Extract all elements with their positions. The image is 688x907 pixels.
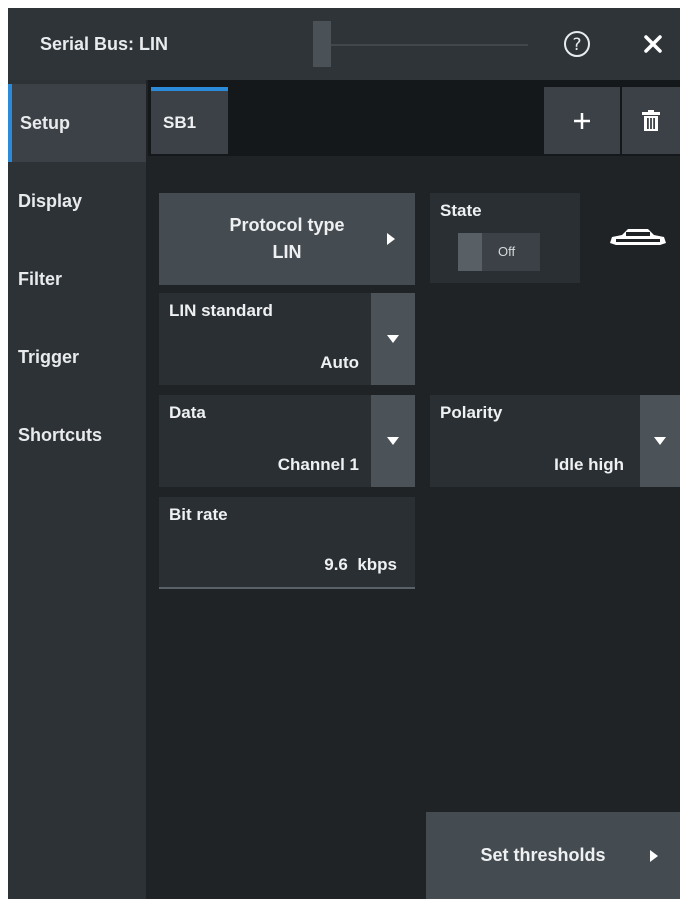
sidebar-item-display[interactable]: Display (8, 162, 146, 240)
protocol-type-button[interactable]: Protocol type LIN (159, 193, 415, 285)
transparency-slider-track[interactable] (328, 44, 528, 46)
close-button[interactable] (638, 29, 668, 59)
set-thresholds-button[interactable]: Set thresholds (426, 812, 680, 899)
sidebar-item-label: Filter (18, 268, 63, 289)
data-dropdown-button[interactable] (371, 395, 415, 487)
data-field[interactable]: Data Channel 1 (159, 395, 415, 487)
svg-text:?: ? (572, 35, 581, 55)
arrow-right-icon (387, 233, 395, 245)
sidebar-item-filter[interactable]: Filter (8, 240, 146, 318)
lin-standard-field[interactable]: LIN standard Auto (159, 293, 415, 385)
state-toggle[interactable]: Off (458, 233, 540, 271)
polarity-label: Polarity (440, 403, 503, 422)
lin-standard-value: Auto (320, 353, 359, 372)
bit-rate-field[interactable]: Bit rate 9.6 kbps (159, 497, 415, 587)
chevron-down-icon (387, 437, 399, 445)
close-icon (644, 35, 662, 53)
tab-sb1[interactable]: SB1 (151, 87, 228, 154)
state-label: State (440, 201, 482, 220)
dialog-title: Serial Bus: LIN (40, 34, 169, 54)
sidebar-item-shortcuts[interactable]: Shortcuts (8, 396, 146, 474)
data-value: Channel 1 (277, 455, 359, 474)
sidebar-item-setup[interactable]: Setup (8, 84, 146, 162)
polarity-value: Idle high (554, 455, 624, 474)
state-panel: State Off (430, 193, 580, 283)
data-label: Data (169, 403, 206, 422)
help-circle-icon: ? (564, 31, 590, 57)
state-value: Off (498, 244, 516, 259)
lin-standard-dropdown-button[interactable] (371, 293, 415, 385)
polarity-field[interactable]: Polarity Idle high (430, 395, 680, 487)
set-thresholds-label: Set thresholds (480, 845, 606, 865)
car-icon (610, 229, 666, 245)
plus-icon (574, 112, 590, 129)
chevron-down-icon (387, 335, 399, 343)
sidebar-item-label: Shortcuts (18, 424, 103, 445)
bit-rate-value: 9.6 kbps (324, 555, 397, 574)
help-button[interactable]: ? (562, 29, 592, 59)
lin-standard-label: LIN standard (169, 301, 273, 320)
chevron-down-icon (654, 437, 666, 445)
polarity-dropdown-button[interactable] (640, 395, 680, 487)
title-bar: Serial Bus: LIN ? (8, 8, 680, 80)
arrow-right-icon (650, 850, 658, 862)
serial-bus-dialog: Serial Bus: LIN ? Setup Display Filter T… (8, 8, 680, 899)
delete-tab-button[interactable] (622, 87, 680, 154)
bit-rate-underline (159, 587, 415, 589)
sidebar-item-label: Display (18, 190, 83, 211)
protocol-type-value: LIN (272, 242, 302, 262)
sidebar-item-label: Setup (20, 112, 71, 133)
transparency-slider-thumb[interactable] (313, 21, 331, 67)
sidebar-item-label: Trigger (18, 346, 80, 367)
state-toggle-thumb (458, 233, 482, 271)
protocol-type-label: Protocol type (229, 215, 345, 235)
trash-icon (642, 109, 660, 131)
add-tab-button[interactable] (544, 87, 620, 154)
bit-rate-label: Bit rate (169, 505, 228, 524)
sidebar-item-trigger[interactable]: Trigger (8, 318, 146, 396)
sidebar: Setup Display Filter Trigger Shortcuts (8, 80, 146, 899)
